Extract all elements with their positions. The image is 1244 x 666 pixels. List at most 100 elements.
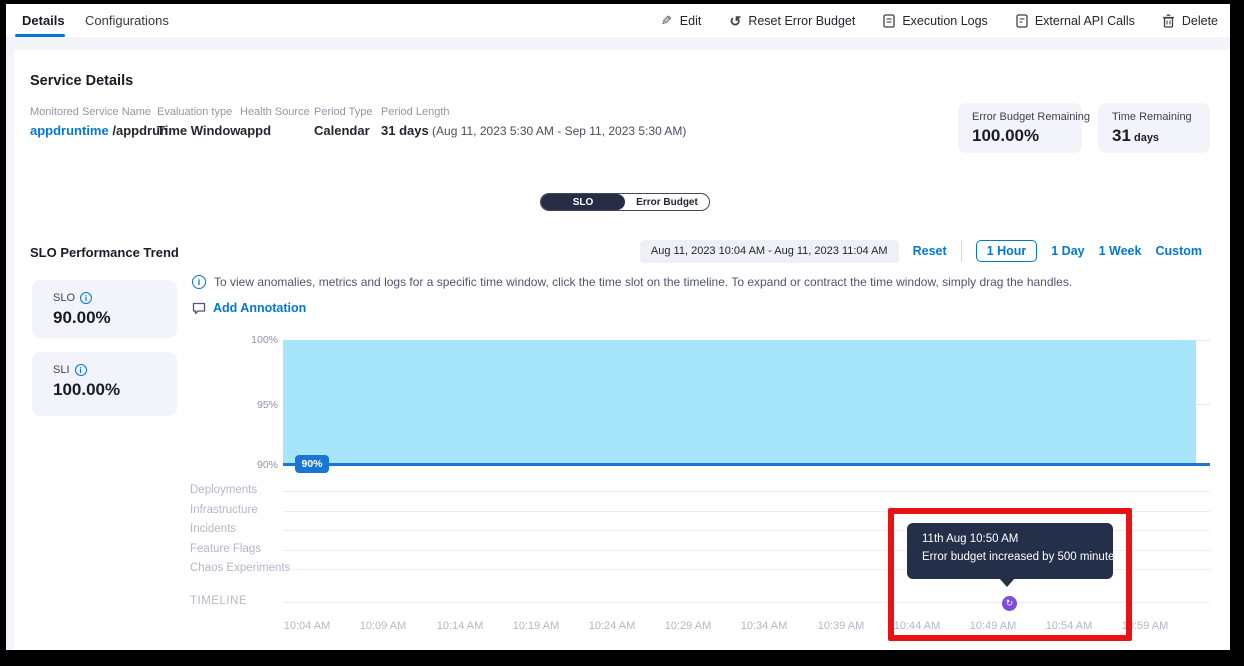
page: Details Configurations Edit Reset Error … xyxy=(6,4,1230,650)
lane-deployments: Deployments xyxy=(190,484,257,496)
x-tick[interactable]: 10:49 AM xyxy=(970,620,1016,632)
execution-logs-label: Execution Logs xyxy=(902,14,987,28)
range-custom[interactable]: Custom xyxy=(1155,244,1202,258)
info-row: To view anomalies, metrics and logs for … xyxy=(192,275,1072,289)
divider xyxy=(961,240,962,262)
add-annotation-button[interactable]: Add Annotation xyxy=(192,301,306,315)
monitored-service-link[interactable]: appdruntime xyxy=(30,123,109,138)
header-toolbar: Edit Reset Error Budget Execution Logs E… xyxy=(660,4,1218,37)
field-period-length: Period Length 31 days (Aug 11, 2023 5:30… xyxy=(381,106,686,138)
toggle-error-budget[interactable]: Error Budget xyxy=(625,194,709,210)
x-tick[interactable]: 10:09 AM xyxy=(360,620,406,632)
field-monitored-service: Monitored Service Name appdruntime /appd… xyxy=(30,106,168,138)
x-tick[interactable]: 10:44 AM xyxy=(894,620,940,632)
field-label: Monitored Service Name xyxy=(30,106,168,118)
x-tick[interactable]: 10:14 AM xyxy=(437,620,483,632)
pencil-icon xyxy=(660,14,674,28)
trend-controls: Aug 11, 2023 10:04 AM - Aug 11, 2023 11:… xyxy=(640,238,1202,264)
field-value: 31 days xyxy=(381,123,429,138)
service-details-title: Service Details xyxy=(30,73,133,89)
x-tick[interactable]: 10:24 AM xyxy=(589,620,635,632)
field-label: Health Source xyxy=(240,106,310,118)
left-gutter xyxy=(6,37,14,650)
time-remaining-card: Time Remaining 31 days xyxy=(1098,103,1210,153)
info-circle-icon[interactable] xyxy=(75,364,87,376)
external-api-calls-button[interactable]: External API Calls xyxy=(1015,14,1135,28)
card-value: 100.00% xyxy=(972,126,1068,146)
reset-link[interactable]: Reset xyxy=(913,244,947,258)
sli-card: SLI 100.00% xyxy=(32,352,177,416)
x-tick[interactable]: 10:04 AM xyxy=(284,620,330,632)
error-budget-remaining-card: Error Budget Remaining 100.00% xyxy=(958,103,1082,153)
lane-infrastructure: Infrastructure xyxy=(190,504,258,516)
sli-value: 100.00% xyxy=(53,380,156,400)
slo-card: SLO 90.00% xyxy=(32,280,177,338)
field-health-source: Health Source appd xyxy=(240,106,310,138)
lane-chaos-experiments: Chaos Experiments xyxy=(190,562,290,574)
slo-value: 90.00% xyxy=(53,308,156,328)
slo-target-badge: 90% xyxy=(295,455,329,473)
execution-logs-button[interactable]: Execution Logs xyxy=(882,14,987,28)
external-api-calls-label: External API Calls xyxy=(1035,14,1135,28)
card-value: 31 xyxy=(1112,126,1131,145)
x-tick[interactable]: 10:59 AM xyxy=(1122,620,1168,632)
range-1-week[interactable]: 1 Week xyxy=(1099,244,1142,258)
range-1-hour[interactable]: 1 Hour xyxy=(976,240,1038,262)
x-tick[interactable]: 10:54 AM xyxy=(1046,620,1092,632)
field-label: Period Length xyxy=(381,106,686,118)
tooltip-arrow xyxy=(999,578,1015,587)
sli-label: SLI xyxy=(53,364,70,376)
x-tick[interactable]: 10:19 AM xyxy=(513,620,559,632)
edit-label: Edit xyxy=(680,14,702,28)
trash-icon xyxy=(1162,14,1176,28)
info-circle-icon xyxy=(192,275,206,289)
period-range: (Aug 11, 2023 5:30 AM - Sep 11, 2023 5:3… xyxy=(429,124,687,138)
tooltip-time: 11th Aug 10:50 AM xyxy=(922,533,1098,545)
info-text: To view anomalies, metrics and logs for … xyxy=(214,275,1072,289)
sli-area-series[interactable] xyxy=(283,340,1196,463)
tab-configurations[interactable]: Configurations xyxy=(85,4,169,37)
field-value: appd xyxy=(240,123,310,138)
field-period-type: Period Type Calendar xyxy=(314,106,373,138)
document-icon xyxy=(882,14,896,28)
reset-error-budget-button[interactable]: Reset Error Budget xyxy=(728,14,855,28)
x-tick[interactable]: 10:39 AM xyxy=(818,620,864,632)
delete-label: Delete xyxy=(1182,14,1218,28)
x-tick[interactable]: 10:29 AM xyxy=(665,620,711,632)
lane-track xyxy=(283,511,1210,512)
card-label: Time Remaining xyxy=(1112,111,1196,123)
x-tick[interactable]: 10:34 AM xyxy=(741,620,787,632)
range-1-day[interactable]: 1 Day xyxy=(1051,244,1084,258)
speech-bubble-icon xyxy=(192,302,206,315)
date-range-pill: Aug 11, 2023 10:04 AM - Aug 11, 2023 11:… xyxy=(640,240,899,263)
field-value: Time Window xyxy=(157,123,240,138)
tab-details[interactable]: Details xyxy=(22,4,65,37)
edit-button[interactable]: Edit xyxy=(660,14,702,28)
card-unit: days xyxy=(1131,132,1159,144)
y-tick-100: 100% xyxy=(238,334,278,346)
annotation-event-icon[interactable] xyxy=(1002,596,1017,611)
field-label: Period Type xyxy=(314,106,373,118)
tooltip-message: Error budget increased by 500 minutes xyxy=(922,551,1098,563)
trend-title: SLO Performance Trend xyxy=(30,245,179,260)
slo-target-line xyxy=(283,463,1210,466)
annotation-tooltip: 11th Aug 10:50 AM Error budget increased… xyxy=(907,523,1113,579)
field-label: Evaluation type xyxy=(157,106,240,118)
timeline-track[interactable] xyxy=(283,602,1210,603)
card-label: Error Budget Remaining xyxy=(972,111,1068,123)
delete-button[interactable]: Delete xyxy=(1162,14,1218,28)
reset-error-budget-label: Reset Error Budget xyxy=(748,14,855,28)
field-value: Calendar xyxy=(314,123,373,138)
view-toggle: SLO Error Budget xyxy=(540,193,710,211)
lane-track xyxy=(283,491,1210,492)
lane-incidents: Incidents xyxy=(190,523,236,535)
tab-bar: Details Configurations Edit Reset Error … xyxy=(6,4,1230,37)
y-tick-95: 95% xyxy=(238,399,278,411)
field-evaluation-type: Evaluation type Time Window xyxy=(157,106,240,138)
timeline-label: TIMELINE xyxy=(190,595,247,607)
info-circle-icon[interactable] xyxy=(80,292,92,304)
document-icon xyxy=(1015,14,1029,28)
slo-label: SLO xyxy=(53,292,75,304)
y-tick-90: 90% xyxy=(238,459,278,471)
toggle-slo[interactable]: SLO xyxy=(541,194,625,210)
